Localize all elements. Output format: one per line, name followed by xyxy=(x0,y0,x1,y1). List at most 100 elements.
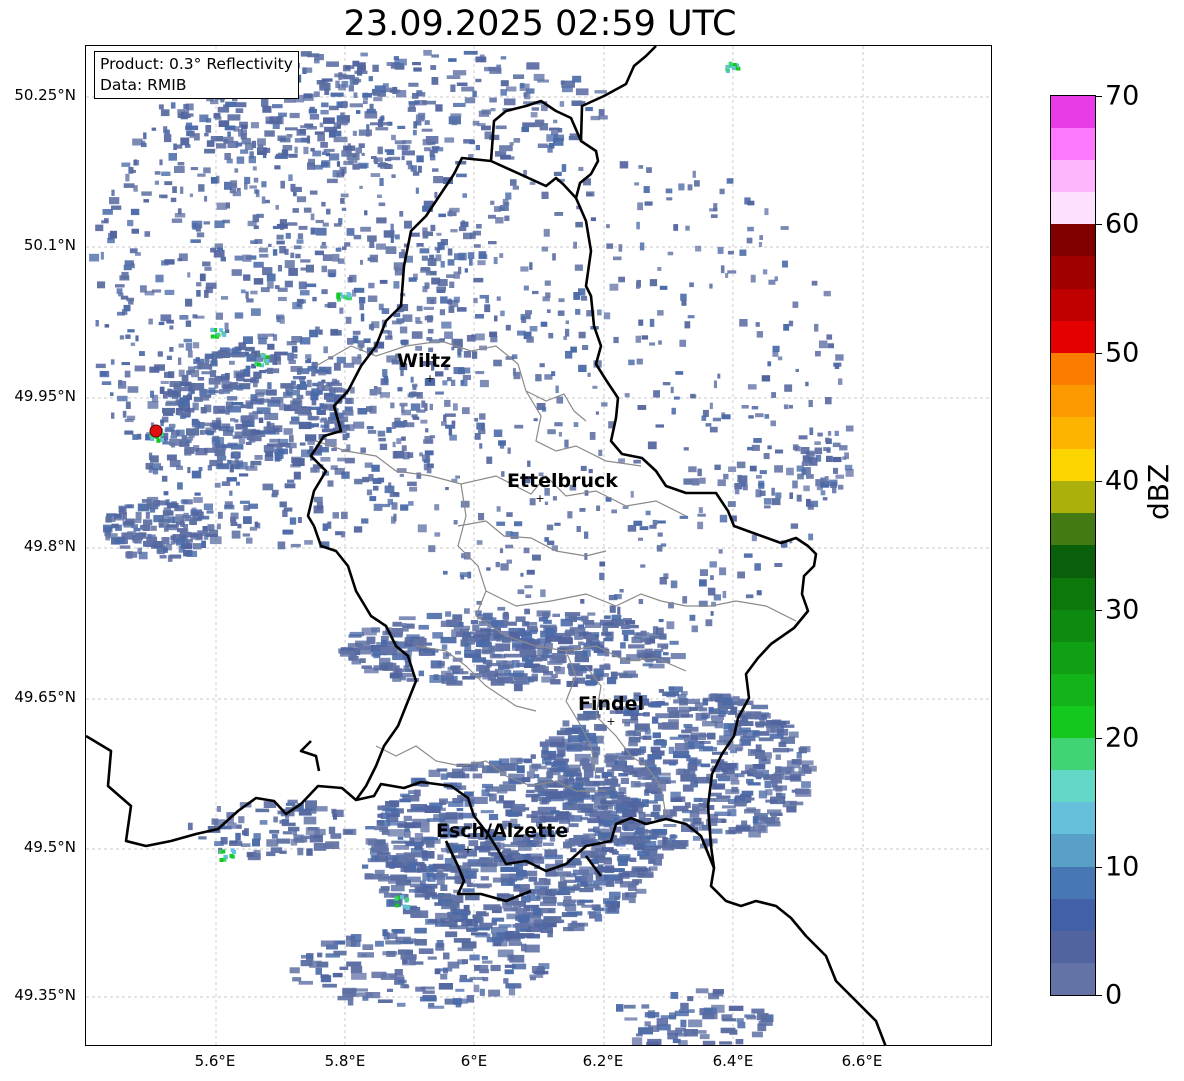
echo-cell xyxy=(592,751,599,758)
echo-cell xyxy=(808,533,814,541)
echo-cell xyxy=(452,865,471,872)
echo-cell xyxy=(503,202,510,206)
echo-cell xyxy=(662,722,679,730)
echo-cell xyxy=(624,748,641,756)
echo-cell xyxy=(391,840,406,844)
echo-cell xyxy=(187,350,193,358)
echo-cell xyxy=(422,231,429,239)
echo-cell xyxy=(652,828,668,835)
echo-cell xyxy=(788,320,794,327)
echo-cell xyxy=(107,237,115,244)
echo-cell xyxy=(735,1039,744,1045)
echo-cell xyxy=(739,319,748,327)
echo-cell xyxy=(300,259,311,263)
echo-cell xyxy=(227,131,231,137)
echo-cell xyxy=(639,526,649,531)
echo-cell xyxy=(281,819,290,823)
echo-cell xyxy=(143,132,147,140)
echo-cell xyxy=(304,540,313,545)
echo-cell xyxy=(698,707,708,712)
echo-cell xyxy=(377,387,382,395)
echo-cell xyxy=(292,977,302,982)
echo-cell xyxy=(497,606,506,611)
echo-cell xyxy=(379,178,384,186)
echo-cell xyxy=(266,389,277,396)
echo-cell xyxy=(606,224,610,229)
echo-cell xyxy=(567,735,583,743)
echo-cell xyxy=(125,334,131,339)
echo-cell xyxy=(250,290,258,295)
echo-cell xyxy=(416,155,424,163)
echo-cell-strong xyxy=(400,895,405,900)
echo-cell xyxy=(245,365,251,370)
echo-cell xyxy=(580,295,588,301)
echo-cell xyxy=(284,248,289,255)
lon-tick-label: 6.2°E xyxy=(582,1052,624,1070)
echo-cell xyxy=(691,625,698,633)
echo-cell xyxy=(264,130,275,137)
echo-cell xyxy=(546,309,551,313)
echo-cell xyxy=(501,471,505,477)
echo-cell xyxy=(763,453,770,460)
echo-cell xyxy=(159,159,163,166)
echo-cell xyxy=(459,978,473,983)
echo-cell xyxy=(249,151,254,159)
echo-cell xyxy=(227,396,238,401)
echo-cell xyxy=(372,90,380,96)
echo-cell xyxy=(553,171,562,176)
echo-cell xyxy=(530,642,546,649)
echo-cell xyxy=(392,628,403,636)
echo-cell xyxy=(737,474,742,483)
echo-cell xyxy=(391,929,403,933)
echo-cell xyxy=(449,281,455,288)
echo-cell xyxy=(624,1017,638,1021)
echo-cell xyxy=(383,230,395,238)
echo-cell xyxy=(829,479,838,487)
echo-cell xyxy=(531,657,543,662)
echo-cell xyxy=(511,907,518,912)
echo-cell xyxy=(368,282,375,289)
echo-cell xyxy=(341,511,348,520)
echo-cell xyxy=(418,92,426,97)
echo-cell xyxy=(635,888,647,894)
echo-cell xyxy=(183,338,192,343)
echo-cell xyxy=(534,787,545,793)
radar-map[interactable]: + + + + xyxy=(85,45,992,1046)
echo-cell xyxy=(147,401,159,409)
echo-cell xyxy=(314,131,325,135)
echo-cell xyxy=(598,109,605,116)
echo-cell xyxy=(549,741,565,748)
echo-cell xyxy=(114,513,125,521)
echo-cell xyxy=(376,217,387,224)
echo-cell xyxy=(185,125,199,131)
echo-cell xyxy=(514,424,524,429)
echo-cell xyxy=(491,653,502,658)
echo-cell xyxy=(432,257,437,264)
echo-cell xyxy=(328,153,340,161)
echo-cell xyxy=(317,134,325,142)
echo-cell xyxy=(422,286,428,293)
echo-cell xyxy=(431,54,439,58)
echo-cell xyxy=(572,75,582,83)
echo-cell xyxy=(204,356,210,363)
echo-cell xyxy=(480,912,489,917)
echo-cell xyxy=(361,627,377,636)
echo-cell xyxy=(382,122,390,126)
echo-cell xyxy=(563,336,567,340)
echo-cell xyxy=(286,341,297,346)
echo-cell xyxy=(377,194,382,198)
echo-cell xyxy=(276,838,291,844)
echo-cell xyxy=(495,125,507,130)
echo-cell xyxy=(125,551,138,558)
city-marker-wiltz: + xyxy=(425,372,434,385)
echo-cell xyxy=(545,292,551,298)
echo-cell xyxy=(189,131,194,138)
echo-cell xyxy=(417,165,422,173)
echo-cell xyxy=(814,447,823,455)
echo-cell xyxy=(641,1004,650,1009)
echo-cell xyxy=(725,763,737,769)
echo-cell xyxy=(482,646,495,655)
echo-cell xyxy=(597,650,605,656)
colorbar-tick-label: 30 xyxy=(1105,594,1140,626)
echo-cell xyxy=(730,706,738,714)
